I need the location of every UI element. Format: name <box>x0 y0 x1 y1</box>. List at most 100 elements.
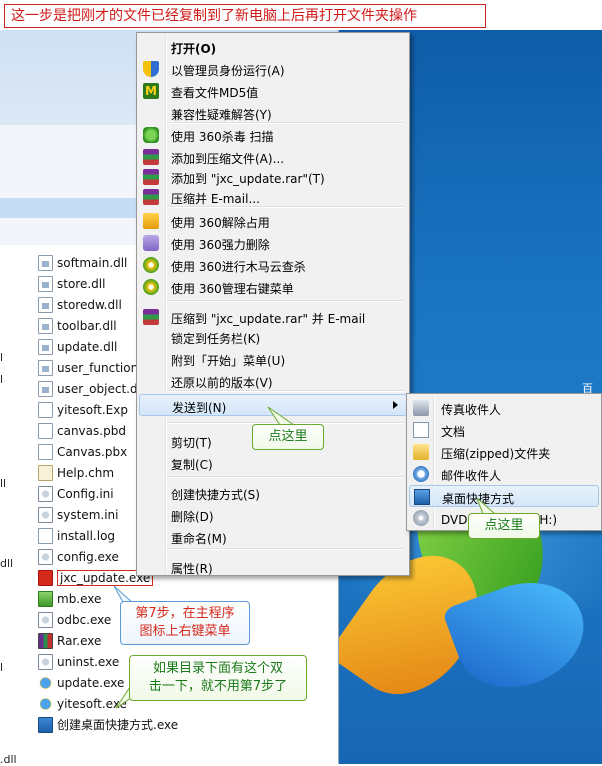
browser-icon <box>38 674 53 691</box>
context-menu-item[interactable]: 锁定到任务栏(K) <box>139 326 407 348</box>
context-menu-item[interactable]: 使用 360管理右键菜单 <box>139 276 407 298</box>
settings-file-icon <box>38 653 53 670</box>
context-menu-item[interactable]: 添加到 "jxc_update.rar"(T) <box>139 166 407 188</box>
360-cloud-scan-icon <box>143 257 159 273</box>
winrar-icon <box>143 309 159 325</box>
menu-item-label: 压缩到 "jxc_update.rar" 并 E-mail <box>171 312 366 326</box>
file-item[interactable]: 创建桌面快捷方式.exe <box>38 714 178 735</box>
menu-item-label: 使用 360解除占用 <box>171 216 270 230</box>
file-name: install.log <box>57 528 116 543</box>
submenu-arrow-icon <box>393 401 398 409</box>
menu-item-label: 删除(D) <box>171 510 214 524</box>
dll-file-icon <box>38 254 53 271</box>
file-item[interactable]: Config.ini <box>38 483 114 504</box>
file-item[interactable]: store.dll <box>38 273 105 294</box>
file-item[interactable]: system.ini <box>38 504 118 525</box>
context-menu-item[interactable]: 重命名(M) <box>139 526 407 548</box>
file-name: 创建桌面快捷方式.exe <box>57 718 179 732</box>
menu-item-label: 兼容性疑难解答(Y) <box>171 108 272 122</box>
file-item[interactable]: canvas.pbd <box>38 420 126 441</box>
file-item[interactable]: storedw.dll <box>38 294 122 315</box>
context-menu-item[interactable]: 以管理员身份运行(A) <box>139 58 407 80</box>
context-menu-item[interactable]: M 查看文件MD5值 <box>139 80 407 102</box>
callout-click-here-desktop-shortcut: 点这里 <box>468 513 540 539</box>
callout-click-here-sendto: 点这里 <box>252 424 324 450</box>
column-fragment: .dll <box>0 753 17 766</box>
file-item[interactable]: Canvas.pbx <box>38 441 127 462</box>
send-to-item[interactable]: 传真收件人 <box>409 397 599 419</box>
context-menu-item[interactable]: 兼容性疑难解答(Y) <box>139 102 407 124</box>
column-fragment: ll <box>0 477 7 490</box>
menu-item-label: 属性(R) <box>171 562 213 576</box>
dll-file-icon <box>38 380 53 397</box>
file-item[interactable]: yitesoft.Exp <box>38 399 128 420</box>
winrar-icon <box>38 632 53 649</box>
dll-file-icon <box>38 275 53 292</box>
settings-file-icon <box>38 506 53 523</box>
file-name: config.exe <box>57 549 119 564</box>
menu-item-label: 锁定到任务栏(K) <box>171 332 261 346</box>
file-item[interactable]: config.exe <box>38 546 119 567</box>
context-menu-item[interactable]: 使用 360解除占用 <box>139 210 407 232</box>
context-menu-item[interactable]: 压缩并 E-mail... <box>139 186 407 208</box>
menu-item-label: 剪切(T) <box>171 436 212 450</box>
menu-separator <box>167 300 405 302</box>
dvd-drive-icon <box>413 510 429 526</box>
document-icon <box>413 422 429 438</box>
context-menu-item[interactable]: 还原以前的版本(V) <box>139 370 407 392</box>
menu-item-label: 复制(C) <box>171 458 213 472</box>
context-menu-item[interactable]: 复制(C) <box>139 452 407 474</box>
menu-item-label: 使用 360进行木马云查杀 <box>171 260 306 274</box>
winrar-icon <box>143 149 159 165</box>
context-menu-item[interactable]: 使用 360杀毒 扫描 <box>139 124 407 146</box>
file-item[interactable]: install.log <box>38 525 115 546</box>
navigation-selected-row[interactable] <box>0 198 138 218</box>
menu-item-label: 创建快捷方式(S) <box>171 488 260 502</box>
context-menu-item[interactable]: 使用 360强力删除 <box>139 232 407 254</box>
menu-item-label: 附到「开始」菜单(U) <box>171 354 286 368</box>
file-icon <box>38 443 53 460</box>
send-to-item[interactable]: 邮件收件人 <box>409 463 599 485</box>
file-item[interactable]: uninst.exe <box>38 651 119 672</box>
tip-line-2: 击一下，就不用第7步了 <box>148 679 288 694</box>
file-name: store.dll <box>57 276 106 291</box>
file-name: Rar.exe <box>57 633 102 648</box>
details-column-fragments: l l ll dll l .dll <box>0 245 30 766</box>
menu-item-label: 打开(O) <box>171 42 217 56</box>
context-menu-item[interactable]: 添加到压缩文件(A)... <box>139 146 407 168</box>
file-name: storedw.dll <box>57 297 122 312</box>
help-file-icon <box>38 464 53 481</box>
file-item[interactable]: Help.chm <box>38 462 114 483</box>
file-item[interactable]: odbc.exe <box>38 609 111 630</box>
send-to-item[interactable]: 压缩(zipped)文件夹 <box>409 441 599 463</box>
context-menu-item[interactable]: 属性(R) <box>139 556 407 578</box>
context-menu-item[interactable]: 压缩到 "jxc_update.rar" 并 E-mail <box>139 306 407 328</box>
file-item[interactable]: user_function. <box>38 357 142 378</box>
context-menu-item[interactable]: 附到「开始」菜单(U) <box>139 348 407 370</box>
file-name: user_function. <box>57 360 143 375</box>
settings-file-icon <box>38 485 53 502</box>
step7-line-2: 图标上右键菜单 <box>139 624 231 639</box>
file-item[interactable]: user_object.dl <box>38 378 141 399</box>
menu-item-label: 添加到压缩文件(A)... <box>171 152 285 166</box>
instruction-banner: 这一步是把刚才的文件已经复制到了新电脑上后再打开文件夹操作 <box>4 4 486 28</box>
send-to-item[interactable]: 文档 <box>409 419 599 441</box>
context-menu-item[interactable]: 使用 360进行木马云查杀 <box>139 254 407 276</box>
app-logo-icon <box>38 569 53 586</box>
context-menu-item[interactable]: 打开(O) <box>139 36 407 58</box>
screenshot-frame: 这一步是把刚才的文件已经复制到了新电脑上后再打开文件夹操作 百会 l l ll … <box>0 0 602 766</box>
dll-file-icon <box>38 317 53 334</box>
file-name: Config.ini <box>57 486 114 501</box>
file-item[interactable]: softmain.dll <box>38 252 127 273</box>
file-item[interactable]: mb.exe <box>38 588 101 609</box>
tip-line-1: 如果目录下面有这个双 <box>152 661 283 676</box>
context-menu-item[interactable]: 创建快捷方式(S) <box>139 482 407 504</box>
file-item[interactable]: update.dll <box>38 336 117 357</box>
file-name: Canvas.pbx <box>57 444 128 459</box>
file-item[interactable]: Rar.exe <box>38 630 101 651</box>
context-menu-item[interactable]: 删除(D) <box>139 504 407 526</box>
360-unlock-icon <box>143 213 159 229</box>
dll-file-icon <box>38 296 53 313</box>
file-item[interactable]: toolbar.dll <box>38 315 117 336</box>
360-shield-icon <box>143 127 159 143</box>
